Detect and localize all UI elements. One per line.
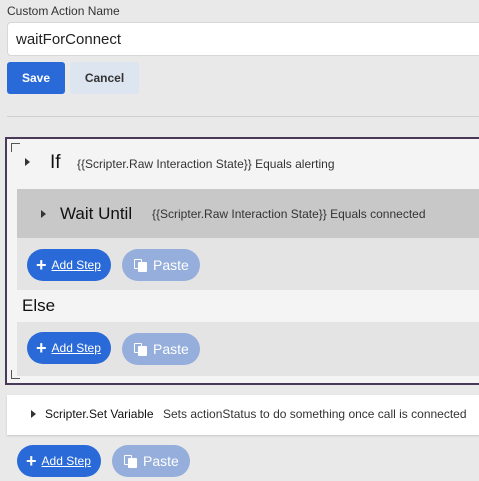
add-step-label: Add Step (51, 258, 101, 272)
paste-icon (134, 258, 147, 272)
if-condition: {{Scripter.Raw Interaction State}} Equal… (77, 157, 335, 171)
plus-icon: + (36, 338, 47, 358)
expand-set-variable-caret-icon[interactable] (31, 410, 36, 418)
paste-label: Paste (153, 257, 189, 273)
expand-wait-until-caret-icon[interactable] (41, 210, 46, 218)
add-step-button-then[interactable]: + Add Step (27, 249, 111, 281)
paste-icon (124, 454, 137, 468)
expand-if-caret-icon[interactable] (25, 158, 30, 166)
add-step-button-bottom[interactable]: + Add Step (17, 445, 101, 477)
add-step-label: Add Step (51, 341, 101, 355)
custom-action-name-input[interactable] (7, 22, 479, 56)
cancel-button[interactable]: Cancel (70, 62, 139, 94)
add-step-button-else[interactable]: + Add Step (27, 332, 111, 364)
if-title: If (50, 152, 61, 173)
set-variable-description: Sets actionStatus to do something once c… (163, 407, 467, 421)
paste-button-then[interactable]: Paste (122, 249, 200, 281)
paste-label: Paste (143, 453, 179, 469)
divider (7, 116, 479, 117)
paste-button-else[interactable]: Paste (122, 333, 200, 365)
plus-icon: + (36, 255, 47, 275)
else-title: Else (22, 296, 56, 315)
save-button[interactable]: Save (7, 62, 65, 94)
custom-action-name-label: Custom Action Name (7, 4, 120, 18)
set-variable-title: Scripter.Set Variable (45, 407, 154, 421)
paste-icon (134, 342, 147, 356)
plus-icon: + (26, 451, 37, 471)
resize-corner-top-left (11, 143, 20, 152)
wait-until-condition: {{Scripter.Raw Interaction State}} Equal… (152, 207, 426, 221)
wait-until-title: Wait Until (60, 204, 133, 223)
paste-button-bottom[interactable]: Paste (112, 445, 190, 477)
paste-label: Paste (153, 341, 189, 357)
add-step-label: Add Step (41, 454, 91, 468)
